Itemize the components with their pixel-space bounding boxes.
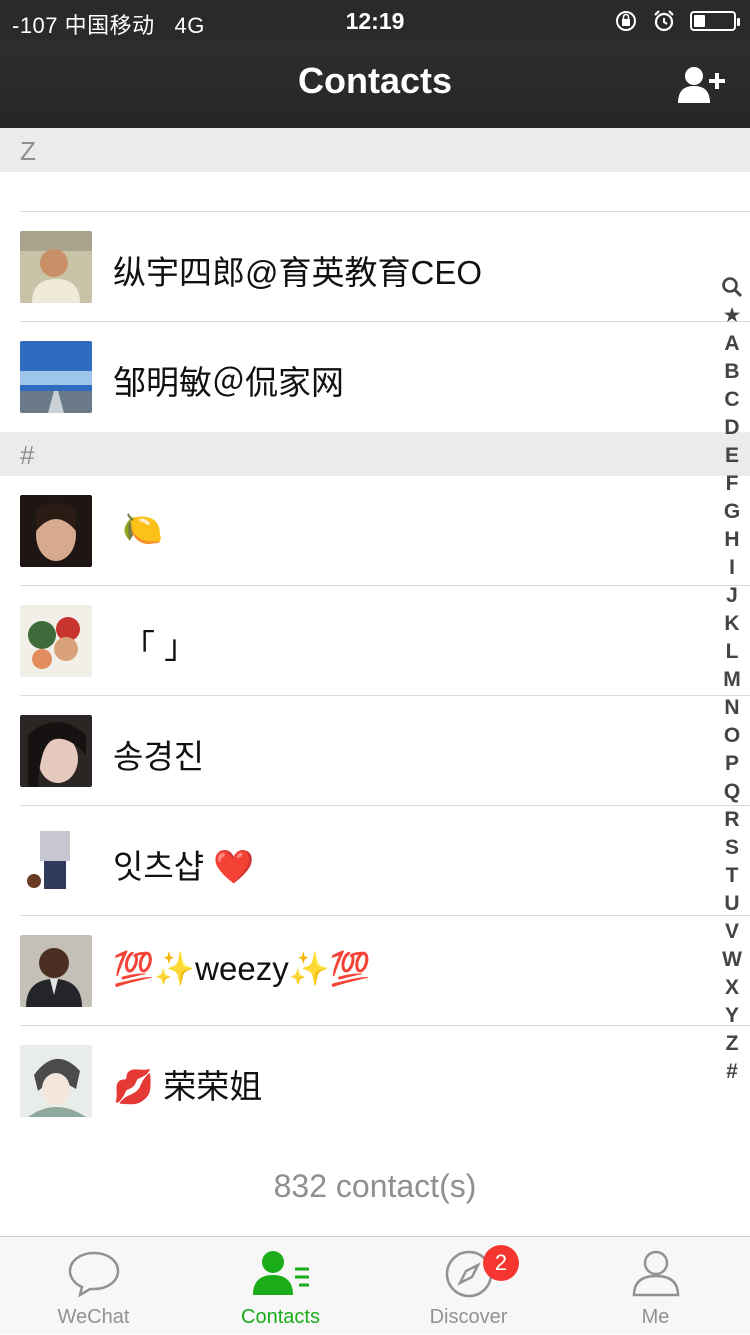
tab-me[interactable]: Me: [562, 1237, 749, 1335]
contact-name: 邹明敏＠侃家网: [113, 364, 344, 401]
tab-label: Discover: [429, 1306, 508, 1328]
index-letter[interactable]: #: [726, 1058, 738, 1086]
index-letter[interactable]: G: [724, 498, 740, 526]
battery-level: [694, 15, 705, 27]
contact-name: 잇츠샵 ❤️: [113, 848, 255, 885]
tab-label: Contacts: [241, 1306, 320, 1328]
contact-name: 송경진: [113, 738, 205, 775]
avatar: [20, 605, 92, 677]
add-contact-button[interactable]: [676, 65, 728, 105]
index-letter[interactable]: D: [724, 414, 739, 442]
tab-bar: WeChat Contacts 2 Discover Me: [0, 1236, 750, 1334]
alphabet-index[interactable]: ★ A B C D E F G H I J K L M N O P Q R S T U V W X Y Z #: [718, 276, 746, 1086]
chat-bubble-icon: [68, 1251, 119, 1297]
index-letter[interactable]: ★: [723, 302, 742, 330]
section-header-hash: #: [0, 432, 750, 476]
tab-wechat[interactable]: WeChat: [0, 1237, 187, 1335]
search-icon[interactable]: [721, 276, 743, 298]
avatar: [20, 231, 92, 303]
index-letter[interactable]: U: [724, 890, 739, 918]
section-header-z-sticky: Z: [0, 128, 750, 172]
tab-contacts[interactable]: Contacts: [187, 1237, 374, 1335]
page-title: Contacts: [297, 60, 453, 101]
index-letter[interactable]: H: [724, 526, 739, 554]
index-letter[interactable]: N: [724, 694, 739, 722]
contact-list[interactable]: Z Z 纵宇四郎@育英教育CEO 邹明敏＠侃家网 # 🍋: [0, 128, 750, 1236]
avatar: [20, 495, 92, 567]
list-item[interactable]: 🍋: [0, 476, 750, 586]
index-letter[interactable]: L: [726, 638, 739, 666]
list-item[interactable]: 「 」: [0, 586, 750, 696]
avatar: [20, 825, 92, 897]
tab-label: Me: [641, 1306, 670, 1328]
section-letter: Z: [20, 136, 36, 166]
section-letter: #: [20, 440, 35, 470]
tab-label: WeChat: [57, 1306, 130, 1328]
contact-count: 832 contact(s): [0, 1136, 750, 1236]
index-letter[interactable]: Y: [725, 1002, 739, 1030]
status-icons: [614, 9, 740, 33]
index-letter[interactable]: O: [724, 722, 740, 750]
index-letter[interactable]: P: [725, 750, 739, 778]
avatar: [20, 341, 92, 413]
list-item[interactable]: 邹明敏＠侃家网: [0, 322, 750, 432]
tab-discover[interactable]: 2 Discover: [375, 1237, 562, 1335]
list-item[interactable]: 💯✨weezy✨💯: [0, 916, 750, 1026]
add-contact-icon: [678, 67, 725, 103]
list-item[interactable]: 纵宇四郎@育英教育CEO: [0, 212, 750, 322]
index-letter[interactable]: W: [722, 946, 742, 974]
index-letter[interactable]: K: [724, 610, 739, 638]
avatar: [20, 715, 92, 787]
index-letter[interactable]: C: [724, 386, 739, 414]
avatar: [20, 1045, 92, 1117]
contact-name: 纵宇四郎@育英教育CEO: [113, 254, 483, 291]
index-letter[interactable]: A: [724, 330, 739, 358]
contact-name: 🍋: [122, 510, 164, 547]
contact-name: 「 」: [122, 628, 198, 665]
alarm-icon: [654, 10, 674, 32]
list-item[interactable]: 잇츠샵 ❤️: [0, 806, 750, 916]
nav-bar: Contacts: [0, 40, 750, 128]
index-letter[interactable]: Q: [724, 778, 740, 806]
contact-name: 💋 荣荣姐: [113, 1068, 263, 1105]
index-letter[interactable]: Z: [726, 1030, 739, 1058]
index-letter[interactable]: J: [726, 582, 738, 610]
status-bar: -107 中国移动 4G 12:19: [0, 0, 750, 40]
avatar: [20, 935, 92, 1007]
index-letter[interactable]: S: [725, 834, 739, 862]
index-letter[interactable]: B: [724, 358, 739, 386]
list-item[interactable]: 송경진: [0, 696, 750, 806]
index-letter[interactable]: M: [723, 666, 741, 694]
index-letter[interactable]: V: [725, 918, 739, 946]
index-letter[interactable]: X: [725, 974, 739, 1002]
rotation-lock-icon: [616, 11, 636, 31]
index-letter[interactable]: R: [724, 806, 739, 834]
index-letter[interactable]: I: [729, 554, 735, 582]
contacts-icon: [252, 1251, 309, 1295]
index-letter[interactable]: T: [726, 862, 739, 890]
battery-icon: [690, 11, 740, 31]
index-letter[interactable]: E: [725, 442, 739, 470]
discover-badge: 2: [483, 1245, 519, 1281]
person-icon: [632, 1250, 679, 1297]
index-letter[interactable]: F: [726, 470, 739, 498]
contact-name: 💯✨weezy✨💯: [113, 950, 371, 987]
list-item[interactable]: 💋 荣荣姐: [0, 1026, 750, 1136]
